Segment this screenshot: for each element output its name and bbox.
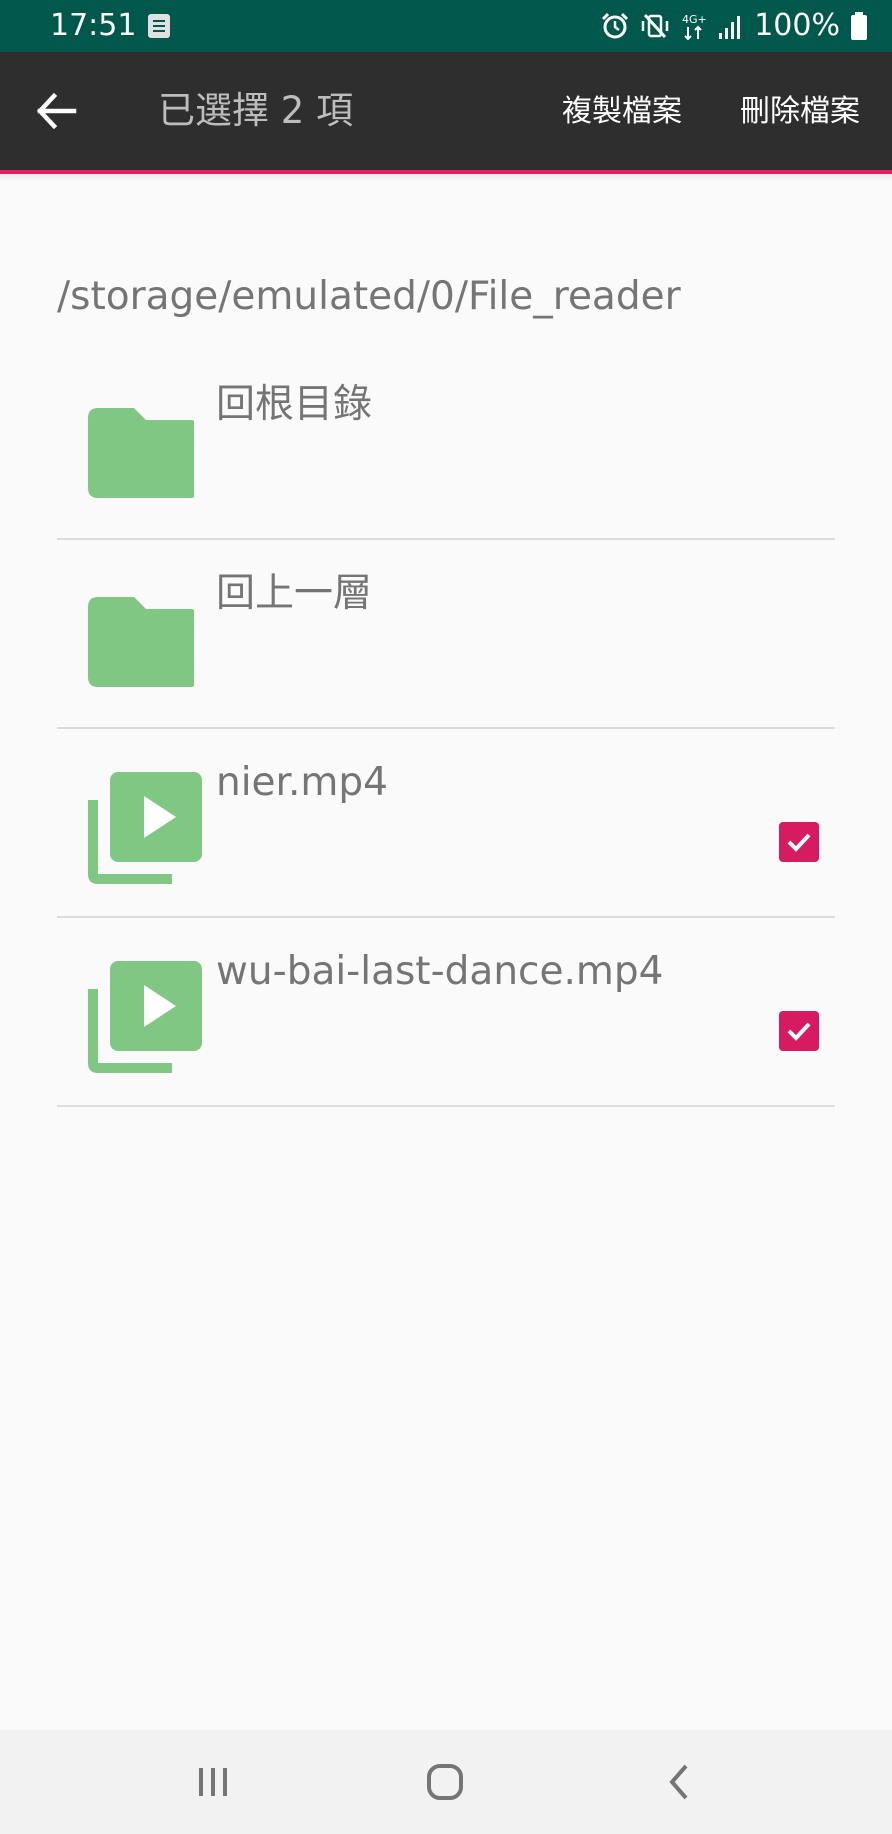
selection-count-title: 已選擇 2 項 <box>158 89 354 132</box>
check-icon <box>787 833 811 852</box>
list-item-parent-folder[interactable]: 回上一層 <box>0 547 892 736</box>
home-icon <box>427 1764 463 1800</box>
alarm-icon <box>602 12 629 39</box>
system-nav-bar <box>0 1730 892 1834</box>
file-name: 回上一層 <box>216 571 373 616</box>
file-name: wu-bai-last-dance.mp4 <box>216 949 664 994</box>
system-back-button[interactable] <box>648 1760 708 1804</box>
delete-files-button[interactable]: 刪除檔案 <box>740 92 860 132</box>
divider <box>57 538 835 540</box>
status-bar: 17:51 4G+ 100% <box>0 0 892 52</box>
list-item-video-file[interactable]: nier.mp4 <box>0 736 892 925</box>
current-path: /storage/emulated/0/File_reader <box>57 274 681 319</box>
chevron-left-icon <box>669 1764 688 1800</box>
notification-icon <box>148 14 170 38</box>
list-item-video-file[interactable]: wu-bai-last-dance.mp4 <box>0 925 892 1114</box>
file-checkbox[interactable] <box>779 1011 819 1051</box>
copy-files-button[interactable]: 複製檔案 <box>562 92 682 132</box>
divider <box>57 727 835 729</box>
check-icon <box>787 1022 811 1041</box>
file-checkbox[interactable] <box>779 822 819 862</box>
folder-icon <box>88 597 194 687</box>
file-name: 回根目錄 <box>216 382 373 427</box>
back-button[interactable] <box>30 84 84 138</box>
recents-button[interactable] <box>183 1760 243 1804</box>
video-library-icon <box>88 772 202 884</box>
divider <box>57 916 835 918</box>
folder-icon <box>88 408 194 498</box>
4g-icon: 4G+ <box>682 13 707 41</box>
home-button[interactable] <box>415 1760 475 1804</box>
signal-icon <box>719 16 741 39</box>
arrow-back-icon <box>36 92 77 130</box>
list-item-root-folder[interactable]: 回根目錄 <box>0 358 892 547</box>
vibrate-off-icon <box>641 13 669 39</box>
divider <box>57 1105 835 1107</box>
app-bar: 已選擇 2 項 複製檔案 刪除檔案 <box>0 52 892 170</box>
battery-icon <box>851 12 867 40</box>
battery-percent: 100% <box>754 8 840 43</box>
svg-text:4G+: 4G+ <box>682 13 707 26</box>
status-icons: 4G+ 100% <box>600 8 868 44</box>
video-library-icon <box>88 961 202 1073</box>
status-time: 17:51 <box>50 8 137 43</box>
recents-icon <box>199 1768 227 1796</box>
file-name: nier.mp4 <box>216 760 388 805</box>
app-bar-shadow <box>0 174 892 182</box>
